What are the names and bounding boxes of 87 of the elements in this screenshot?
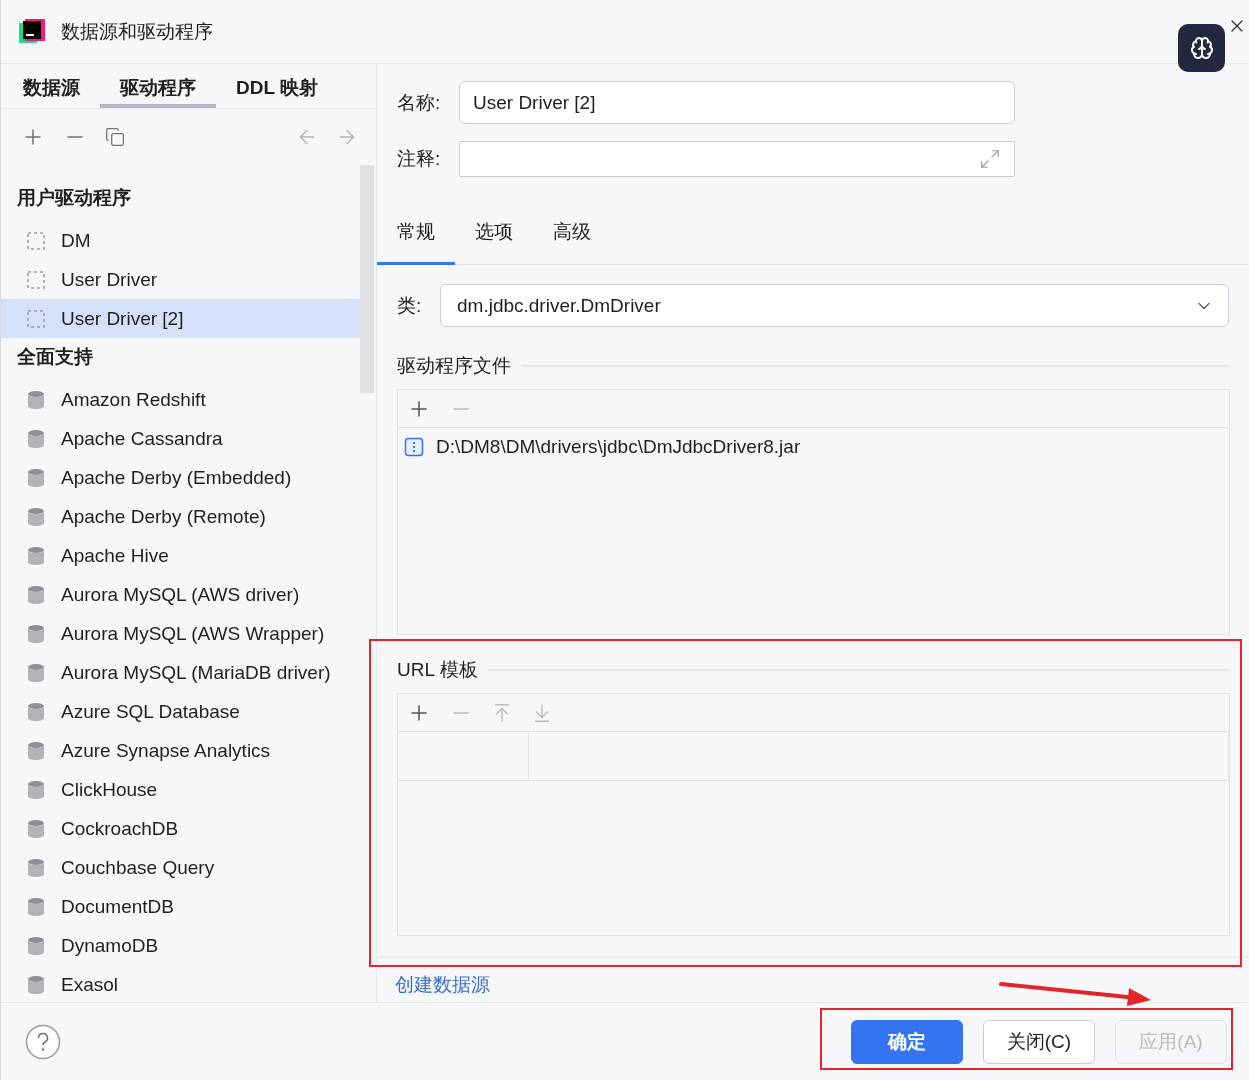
detail-tab[interactable]: 选项 [455,219,533,265]
driver-name: Couchbase Query [61,856,215,879]
nav-tab[interactable]: 驱动程序 [100,64,216,108]
driver-item[interactable]: ClickHouse [1,770,360,809]
driver-name: Apache Cassandra [61,427,223,450]
driver-item[interactable]: Apache Derby (Remote) [1,497,360,536]
driver-icon [25,307,47,330]
driver-item[interactable]: DynamoDB [1,926,360,965]
driver-name: User Driver [2] [61,307,184,330]
database-icon [25,505,47,528]
detail-tab[interactable]: 常规 [377,219,455,265]
file-row[interactable]: D:\DM8\DM\drivers\jdbc\DmJdbcDriver8.jar [398,428,1229,466]
create-datasource-link[interactable]: 创建数据源 [395,974,490,995]
database-icon [25,856,47,879]
ai-assistant-button[interactable] [1178,24,1225,72]
driver-item[interactable]: Azure Synapse Analytics [1,731,360,770]
driver-item[interactable]: Couchbase Query [1,848,360,887]
driver-name: Amazon Redshift [61,388,206,411]
field-label: 类: [397,293,423,318]
brain-icon [1189,36,1214,60]
dialog-button[interactable]: 确定 [851,1019,963,1064]
file-path: D:\DM8\DM\drivers\jdbc\DmJdbcDriver8.jar [436,436,801,458]
dialog-button[interactable]: 关闭(C) [983,1019,1095,1064]
driver-item[interactable]: DocumentDB [1,887,360,926]
driver-icon [25,229,47,252]
database-icon [25,544,47,567]
driver-name: Aurora MySQL (MariaDB driver) [61,661,331,684]
field-label: 名称: [397,90,442,115]
group-title: 全面支持 [16,345,94,369]
database-icon [25,817,47,840]
driver-item[interactable]: Amazon Redshift [1,380,360,419]
driver-name: DynamoDB [61,934,159,957]
driver-name: ClickHouse [61,778,158,801]
driver-name: CockroachDB [61,817,179,840]
driver-item[interactable]: Azure SQL Database [1,692,360,731]
section-title: 驱动程序文件 [397,354,511,378]
driver-name: Azure SQL Database [61,700,240,723]
driver-name: DocumentDB [61,895,174,918]
database-icon [25,973,47,996]
database-icon [25,739,47,762]
database-icon [25,427,47,450]
nav-tab[interactable]: DDL 映射 [234,64,320,108]
field-label: 注释: [397,147,442,171]
copy-icon[interactable] [105,127,125,147]
driver-name: Apache Hive [61,544,169,567]
database-icon [25,700,47,723]
driver-item[interactable]: CockroachDB [1,809,360,848]
database-icon [25,466,47,489]
database-icon [25,661,47,684]
name-field[interactable]: User Driver [2] [459,81,1015,124]
driver-item[interactable]: Apache Hive [1,536,360,575]
driver-item[interactable]: User Driver [1,260,360,299]
driver-item[interactable]: Apache Derby (Embedded) [1,458,360,497]
scrollbar-thumb[interactable] [360,165,374,393]
driver-name: Apache Derby (Remote) [61,505,266,528]
section-title: URL 模板 [397,658,478,682]
database-icon [25,388,47,411]
driver-icon [25,268,47,291]
jar-file-icon [404,437,424,457]
driver-name: User Driver [61,268,158,291]
driver-name: Apache Derby (Embedded) [61,466,292,489]
app-logo-icon [19,18,45,45]
database-icon [25,895,47,918]
group-title: 用户驱动程序 [16,186,132,210]
detail-tab[interactable]: 高级 [533,219,611,265]
driver-name: Aurora MySQL (AWS Wrapper) [61,622,325,645]
driver-item[interactable]: User Driver [2] [1,299,360,338]
window-title: 数据源和驱动程序 [61,19,213,44]
nav-tab[interactable]: 数据源 [21,64,82,108]
database-icon [25,622,47,645]
database-icon [25,778,47,801]
driver-item[interactable]: Aurora MySQL (AWS driver) [1,575,360,614]
database-icon [25,934,47,957]
driver-item[interactable]: Aurora MySQL (MariaDB driver) [1,653,360,692]
driver-name: Azure Synapse Analytics [61,739,271,762]
comment-field[interactable] [459,141,1015,177]
help-icon[interactable] [25,1023,61,1060]
driver-item[interactable]: DM [1,221,360,260]
driver-item[interactable]: Aurora MySQL (AWS Wrapper) [1,614,360,653]
class-dropdown[interactable]: dm.jdbc.driver.DmDriver [440,284,1229,327]
driver-name: DM [61,229,91,252]
driver-item[interactable]: Apache Cassandra [1,419,360,458]
database-icon [25,583,47,606]
driver-item[interactable]: Exasol [1,965,360,1002]
expand-icon[interactable] [979,148,1001,170]
driver-name: Aurora MySQL (AWS driver) [61,583,300,606]
driver-name: Exasol [61,973,119,996]
